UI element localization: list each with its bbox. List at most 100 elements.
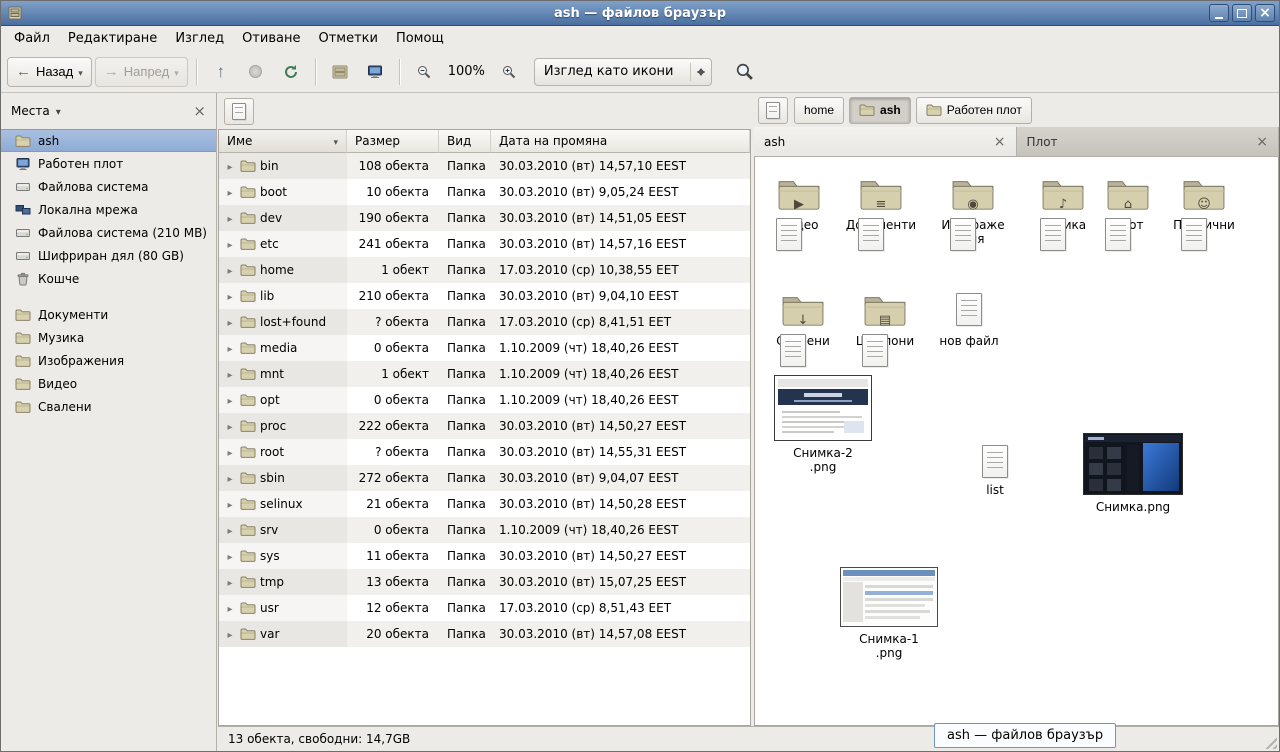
expander-icon[interactable]: [224, 497, 236, 511]
sidebar-caret-icon[interactable]: [56, 104, 61, 118]
folder-item[interactable]: ≡ Документи: [839, 175, 923, 232]
image-item-snimka1[interactable]: Снимка-1.png: [835, 567, 943, 661]
expander-icon[interactable]: [224, 393, 236, 407]
file-row[interactable]: sys 11 обекта Папка 30.03.2010 (вт) 14,5…: [219, 543, 750, 569]
expander-icon[interactable]: [224, 419, 236, 433]
expander-icon[interactable]: [224, 445, 236, 459]
zoom-out-button[interactable]: [408, 57, 440, 87]
view-mode-select[interactable]: Изглед като икони: [534, 58, 712, 86]
titlebar[interactable]: ash — файлов браузър: [1, 1, 1279, 26]
file-row[interactable]: etc 241 обекта Папка 30.03.2010 (вт) 14,…: [219, 231, 750, 257]
folder-item[interactable]: нов файл: [927, 291, 1011, 348]
file-row[interactable]: dev 190 обекта Папка 30.03.2010 (вт) 14,…: [219, 205, 750, 231]
sidebar-title[interactable]: Места: [11, 104, 50, 118]
expander-icon[interactable]: [224, 575, 236, 589]
tab-close-icon[interactable]: [994, 134, 1006, 150]
path-button[interactable]: Работен плот: [916, 97, 1032, 124]
menu-item[interactable]: Редактиране: [59, 28, 166, 49]
resize-grip[interactable]: [1262, 734, 1277, 749]
expander-icon[interactable]: [224, 315, 236, 329]
file-row[interactable]: boot 10 обекта Папка 30.03.2010 (вт) 9,0…: [219, 179, 750, 205]
file-row[interactable]: media 0 обекта Папка 1.10.2009 (чт) 18,4…: [219, 335, 750, 361]
file-row[interactable]: var 20 обекта Папка 30.03.2010 (вт) 14,5…: [219, 621, 750, 647]
expander-icon[interactable]: [224, 523, 236, 537]
file-row[interactable]: opt 0 обекта Папка 1.10.2009 (чт) 18,40,…: [219, 387, 750, 413]
file-row[interactable]: lib 210 обекта Папка 30.03.2010 (вт) 9,0…: [219, 283, 750, 309]
sidebar-item[interactable]: Кошче: [1, 267, 216, 290]
maximize-button[interactable]: [1232, 4, 1252, 22]
sidebar-item[interactable]: Файлова система: [1, 175, 216, 198]
taskbar-window-label[interactable]: ash — файлов браузър: [934, 723, 1116, 748]
sidebar-item[interactable]: Шифриран дял (80 GB): [1, 244, 216, 267]
sort-caret-icon[interactable]: [333, 134, 338, 148]
folder-item[interactable]: ⌂ Плот: [1092, 175, 1164, 232]
file-row[interactable]: srv 0 обекта Папка 1.10.2009 (чт) 18,40,…: [219, 517, 750, 543]
file-row[interactable]: proc 222 обекта Папка 30.03.2010 (вт) 14…: [219, 413, 750, 439]
expander-icon[interactable]: [224, 289, 236, 303]
home-button[interactable]: [324, 57, 356, 87]
file-row[interactable]: tmp 13 обекта Папка 30.03.2010 (вт) 15,0…: [219, 569, 750, 595]
menu-item[interactable]: Отметки: [309, 28, 386, 49]
file-item-list[interactable]: list: [963, 445, 1027, 497]
file-row[interactable]: home 1 обект Папка 17.03.2010 (ср) 10,38…: [219, 257, 750, 283]
image-item-snimka2[interactable]: Снимка-2.png: [771, 375, 875, 475]
sidebar-item[interactable]: Локална мрежа: [1, 198, 216, 221]
path-button[interactable]: home: [794, 97, 844, 124]
sidebar-item[interactable]: Свалени: [1, 395, 216, 418]
pane-location-button[interactable]: [758, 97, 788, 124]
expander-icon[interactable]: [224, 263, 236, 277]
stop-button[interactable]: [240, 57, 272, 87]
file-row[interactable]: lost+found ? обекта Папка 17.03.2010 (ср…: [219, 309, 750, 335]
menu-item[interactable]: Файл: [5, 28, 59, 49]
column-header-type[interactable]: Вид: [439, 130, 491, 153]
sidebar-item[interactable]: [1, 290, 216, 303]
sidebar-item[interactable]: Работен плот: [1, 152, 216, 175]
folder-item[interactable]: ▶ Видео: [757, 175, 841, 232]
folder-item[interactable]: ◉ Изображения: [931, 175, 1015, 247]
minimize-button[interactable]: [1209, 4, 1229, 22]
menu-item[interactable]: Отиване: [233, 28, 309, 49]
file-row[interactable]: bin 108 обекта Папка 30.03.2010 (вт) 14,…: [219, 153, 750, 179]
expander-icon[interactable]: [224, 471, 236, 485]
expander-icon[interactable]: [224, 211, 236, 225]
sidebar-item[interactable]: Изображения: [1, 349, 216, 372]
sidebar-close-icon[interactable]: [193, 102, 206, 120]
file-row[interactable]: selinux 21 обекта Папка 30.03.2010 (вт) …: [219, 491, 750, 517]
back-history-caret-icon[interactable]: [78, 64, 83, 79]
folder-item[interactable]: ↓ Свалени: [761, 291, 845, 348]
icon-view[interactable]: ▶ Видео ≡ Документи ◉: [754, 157, 1279, 726]
menu-item[interactable]: Помощ: [387, 28, 453, 49]
column-header-date[interactable]: Дата на промяна: [491, 130, 750, 153]
tab[interactable]: ash: [754, 127, 1017, 156]
reload-button[interactable]: [275, 57, 307, 87]
path-button[interactable]: ash: [849, 97, 911, 124]
combo-spinner-icon[interactable]: [690, 63, 705, 81]
sidebar-item[interactable]: Видео: [1, 372, 216, 395]
expander-icon[interactable]: [224, 549, 236, 563]
column-header-name[interactable]: Име: [219, 130, 347, 153]
expander-icon[interactable]: [224, 367, 236, 381]
close-button[interactable]: [1255, 4, 1275, 22]
pane-location-button[interactable]: [224, 98, 254, 125]
sidebar-item[interactable]: Документи: [1, 303, 216, 326]
expander-icon[interactable]: [224, 159, 236, 173]
back-button[interactable]: Назад: [7, 57, 92, 87]
expander-icon[interactable]: [224, 237, 236, 251]
tab-close-icon[interactable]: [1256, 134, 1268, 150]
expander-icon[interactable]: [224, 341, 236, 355]
file-row[interactable]: root ? обекта Папка 30.03.2010 (вт) 14,5…: [219, 439, 750, 465]
computer-button[interactable]: [359, 57, 391, 87]
expander-icon[interactable]: [224, 601, 236, 615]
file-row[interactable]: usr 12 обекта Папка 17.03.2010 (ср) 8,51…: [219, 595, 750, 621]
expander-icon[interactable]: [224, 185, 236, 199]
zoom-in-button[interactable]: [493, 57, 525, 87]
tab[interactable]: Плот: [1017, 127, 1280, 156]
forward-button[interactable]: Напред: [95, 57, 188, 87]
sidebar-item[interactable]: ash: [1, 129, 216, 152]
column-header-size[interactable]: Размер: [347, 130, 439, 153]
up-button[interactable]: [205, 57, 237, 87]
file-row[interactable]: sbin 272 обекта Папка 30.03.2010 (вт) 9,…: [219, 465, 750, 491]
sidebar-item[interactable]: Музика: [1, 326, 216, 349]
menu-item[interactable]: Изглед: [166, 28, 233, 49]
sidebar-item[interactable]: Файлова система (210 MB): [1, 221, 216, 244]
